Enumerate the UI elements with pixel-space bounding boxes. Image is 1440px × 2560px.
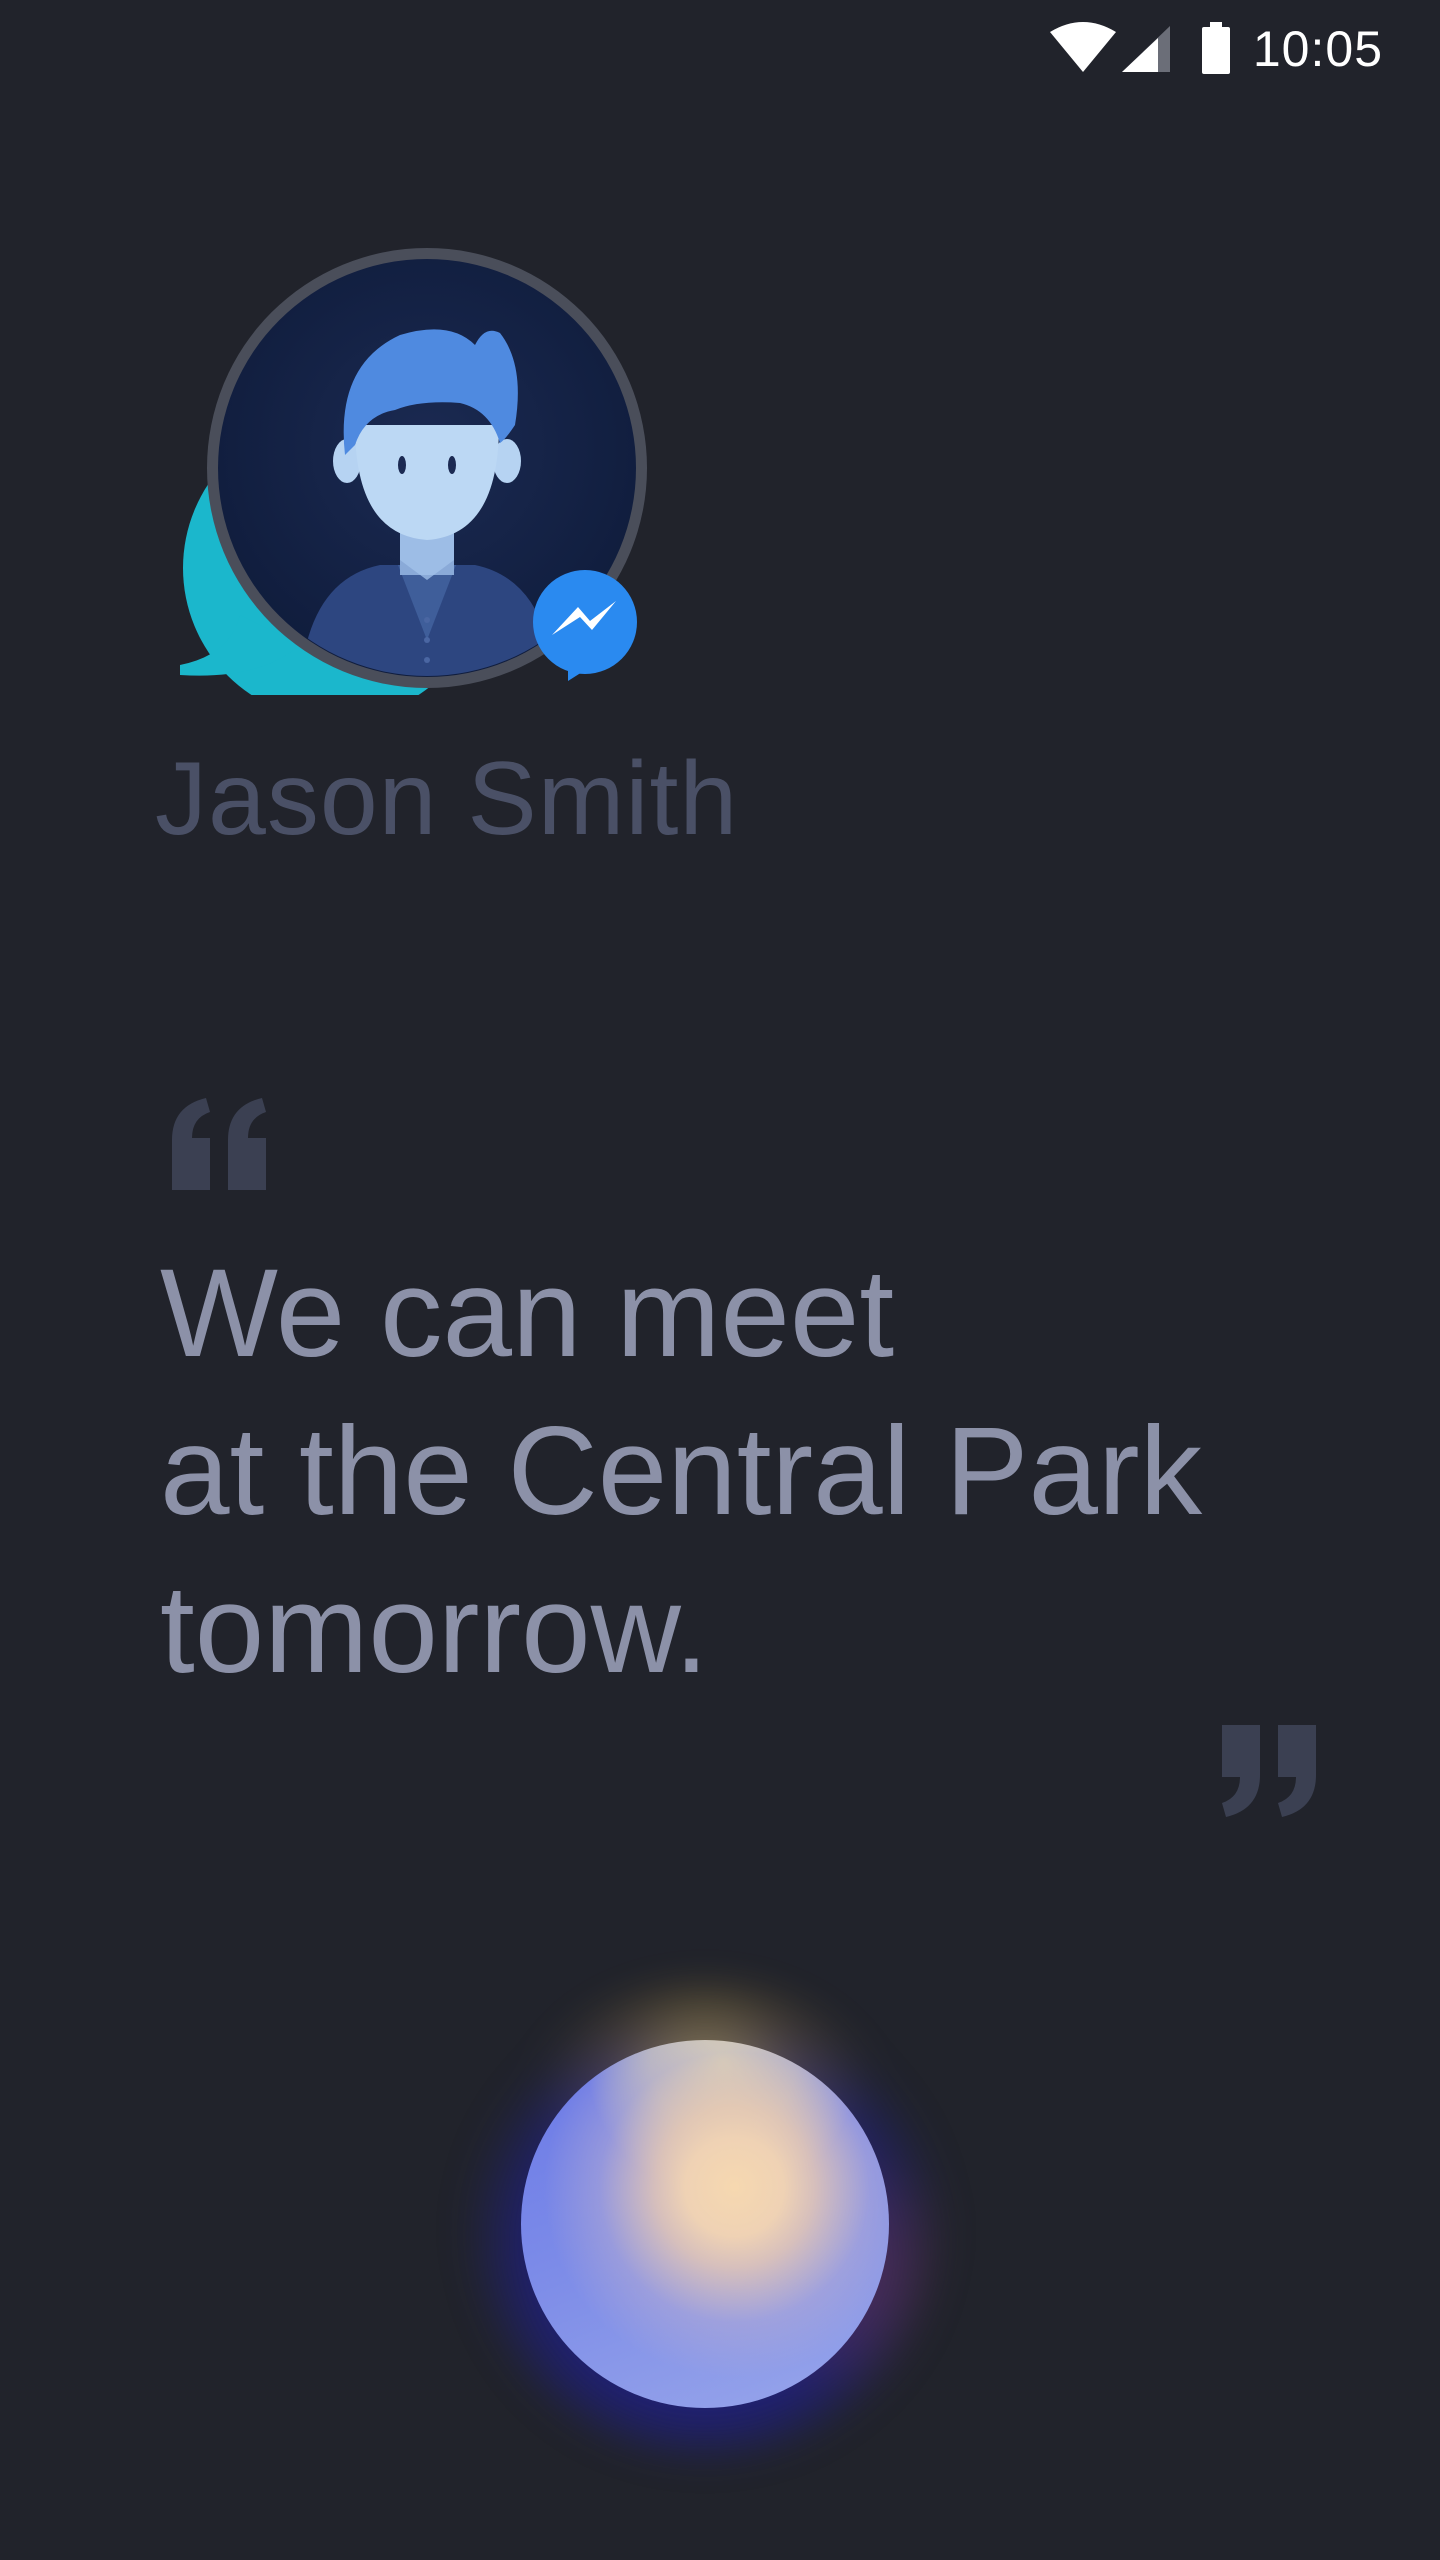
message-line: tomorrow. [160, 1560, 709, 1699]
close-quote-icon [1222, 1725, 1316, 1817]
open-quote-icon [172, 1098, 266, 1190]
cellular-signal-icon [1122, 26, 1170, 72]
messenger-icon [533, 570, 637, 681]
contact-name: Jason Smith [155, 741, 739, 857]
voice-assistant-orb[interactable] [521, 2040, 889, 2408]
contact-avatar[interactable] [150, 235, 670, 720]
message-line: We can meet [160, 1244, 895, 1383]
status-bar: 10:05 [0, 0, 1440, 100]
wifi-icon [1050, 22, 1116, 72]
message-line: at the Central Park [160, 1402, 1203, 1541]
message-text: We can meet at the Central Park tomorrow… [160, 1235, 1360, 1709]
battery-icon [1202, 22, 1230, 74]
status-time: 10:05 [1252, 21, 1383, 77]
